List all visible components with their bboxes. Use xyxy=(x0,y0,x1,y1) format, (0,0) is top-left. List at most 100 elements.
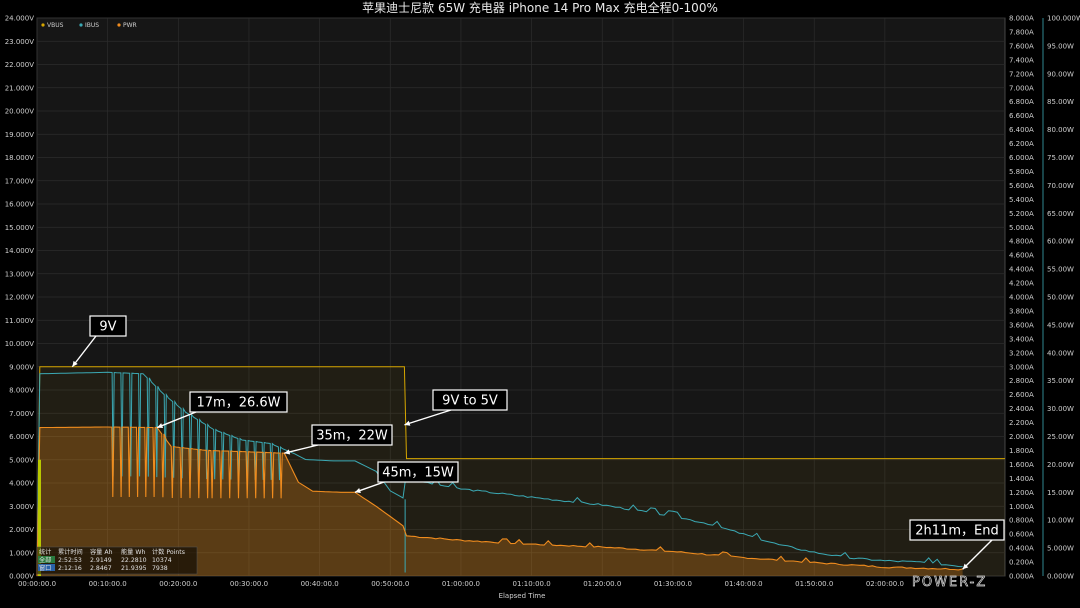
y-right-power-tick-label: 90.00W xyxy=(1047,70,1074,78)
y-right-current-ticks: 0.000A 0.200A 0.400A 0.600A 0.800A 1.000A 1.20… xyxy=(1009,15,1044,581)
y-right-current-tick-label: 1.000A xyxy=(1009,503,1034,511)
y-right-power-tick-label: 25.00W xyxy=(1047,433,1074,441)
x-tick-label: 01:20:00.0 xyxy=(583,580,621,588)
stats-header-cell: 统计 xyxy=(39,548,51,556)
y-right-current-tick-label: 4.000A xyxy=(1009,294,1034,302)
y-right-power-tick-label: 45.00W xyxy=(1047,321,1074,329)
y-right-power-tick-label: 60.00W xyxy=(1047,238,1074,246)
y-left-tick-label: 3.000V xyxy=(9,503,34,511)
legend-swatch xyxy=(117,23,121,27)
x-tick-label: 01:30:00.0 xyxy=(654,580,692,588)
stats-header-cell: 累计时间 xyxy=(58,548,83,556)
y-right-current-tick-label: 0.400A xyxy=(1009,545,1034,553)
legend-entry: PWR xyxy=(123,22,137,29)
x-tick-label: 00:30:00.0 xyxy=(230,580,268,588)
stats-header-cell: 能量 Wh xyxy=(121,548,145,556)
y-right-current-tick-label: 4.200A xyxy=(1009,280,1034,288)
chart-stage: 苹果迪士尼款 65W 充电器 iPhone 14 Pro Max 充电全程0-1… xyxy=(0,0,1080,608)
y-right-current-tick-label: 5.600A xyxy=(1009,182,1034,190)
y-left-tick-label: 1.000V xyxy=(9,549,34,557)
x-axis-ticks: 00:00:00.0 00:10:00.0 00:20:00.0 00:30:00.0… xyxy=(18,580,904,588)
x-tick-label: 00:40:00.0 xyxy=(301,580,339,588)
y-right-current-tick-label: 6.200A xyxy=(1009,140,1034,148)
y-right-current-tick-label: 3.600A xyxy=(1009,321,1034,329)
y-right-current-tick-label: 2.800A xyxy=(1009,377,1034,385)
x-tick-label: 01:00:00.0 xyxy=(442,580,480,588)
y-right-current-tick-label: 2.000A xyxy=(1009,433,1034,441)
y-right-power-tick-label: 70.00W xyxy=(1047,182,1074,190)
stats-cell: 窗口 xyxy=(39,564,51,572)
y-right-current-tick-label: 3.800A xyxy=(1009,307,1034,315)
legend-entry: IBUS xyxy=(85,22,99,29)
x-tick-label: 00:50:00.0 xyxy=(371,580,409,588)
annotation-label: 9V to 5V xyxy=(442,394,498,409)
y-right-current-tick-label: 4.600A xyxy=(1009,252,1034,260)
y-right-current-tick-label: 1.200A xyxy=(1009,489,1034,497)
y-right-power-tick-label: 0.000W xyxy=(1047,573,1074,581)
y-right-current-tick-label: 6.400A xyxy=(1009,126,1034,134)
y-left-tick-label: 10.000V xyxy=(5,340,34,348)
y-right-current-tick-label: 2.400A xyxy=(1009,405,1034,413)
y-right-power-ticks: 0.000W 5.000W 10.00W 15.00W 20.00W 25.00W 30.0… xyxy=(1047,15,1080,581)
y-right-current-tick-label: 7.200A xyxy=(1009,70,1034,78)
y-left-tick-label: 21.000V xyxy=(5,84,34,92)
x-axis-label: Elapsed Time xyxy=(499,592,546,600)
y-right-current-tick-label: 2.600A xyxy=(1009,391,1034,399)
x-tick-label: 01:50:00.0 xyxy=(795,580,833,588)
y-left-tick-label: 22.000V xyxy=(5,61,34,69)
y-right-current-tick-label: 7.000A xyxy=(1009,84,1034,92)
stats-cell: 2:12:16 xyxy=(58,565,82,572)
y-right-current-tick-label: 5.800A xyxy=(1009,168,1034,176)
y-right-current-tick-label: 8.000A xyxy=(1009,15,1034,23)
legend-entry: VBUS xyxy=(47,22,64,29)
stats-cell: 2:52:53 xyxy=(58,557,82,564)
y-right-current-tick-label: 5.400A xyxy=(1009,196,1034,204)
y-right-power-tick-label: 75.00W xyxy=(1047,154,1074,162)
y-left-tick-label: 15.000V xyxy=(5,224,34,232)
y-left-tick-label: 23.000V xyxy=(5,38,34,46)
y-left-tick-label: 8.000V xyxy=(9,387,34,395)
y-left-tick-label: 17.000V xyxy=(5,177,34,185)
legend-swatch xyxy=(79,23,83,27)
y-right-current-tick-label: 7.600A xyxy=(1009,42,1034,50)
stats-cell: 10374 xyxy=(152,557,172,564)
y-left-tick-label: 2.000V xyxy=(9,526,34,534)
stats-header-cell: 容量 Ah xyxy=(90,548,113,556)
y-left-tick-label: 12.000V xyxy=(5,294,34,302)
y-right-power-tick-label: 30.00W xyxy=(1047,405,1074,413)
annotation-label: 2h11m，End xyxy=(915,524,998,539)
y-right-power-tick-label: 15.00W xyxy=(1047,489,1074,497)
y-right-current-tick-label: 7.800A xyxy=(1009,28,1034,36)
annotation-label: 17m，26.6W xyxy=(196,396,280,411)
x-tick-label: 00:10:00.0 xyxy=(89,580,127,588)
stats-table: 统计 累计时间 容量 Ah 能量 Wh 计数 Points 全部 2:52:53 2.9149… xyxy=(36,546,198,575)
y-right-current-tick-label: 0.200A xyxy=(1009,559,1034,567)
y-left-tick-label: 7.000V xyxy=(9,410,34,418)
y-left-tick-label: 9.000V xyxy=(9,363,34,371)
stats-cell: 7938 xyxy=(152,565,168,572)
y-right-current-tick-label: 1.600A xyxy=(1009,461,1034,469)
y-left-tick-label: 18.000V xyxy=(5,154,34,162)
y-left-tick-label: 13.000V xyxy=(5,270,34,278)
y-right-current-tick-label: 3.400A xyxy=(1009,335,1034,343)
y-right-current-tick-label: 0.600A xyxy=(1009,531,1034,539)
legend-swatch xyxy=(41,23,45,27)
y-left-tick-label: 5.000V xyxy=(9,456,34,464)
y-left-tick-label: 24.000V xyxy=(5,15,34,23)
y-right-current-tick-label: 6.800A xyxy=(1009,98,1034,106)
y-right-current-tick-label: 0.800A xyxy=(1009,517,1034,525)
x-tick-label: 02:00:00.0 xyxy=(866,580,904,588)
stats-cell: 21.9395 xyxy=(121,565,147,572)
y-right-current-tick-label: 6.000A xyxy=(1009,154,1034,162)
y-left-tick-label: 11.000V xyxy=(5,317,34,325)
y-right-power-tick-label: 65.00W xyxy=(1047,210,1074,218)
watermark-logo: POWER-Z xyxy=(912,575,987,590)
stats-cell: 22.2810 xyxy=(121,557,147,564)
y-left-ticks: 0.000V1.000V2.000V3.000V4.000V5.000V6.00… xyxy=(5,15,35,581)
y-right-power-tick-label: 35.00W xyxy=(1047,377,1074,385)
y-right-current-tick-label: 6.600A xyxy=(1009,112,1034,120)
stats-cell: 2.8467 xyxy=(90,565,112,572)
stats-cell: 2.9149 xyxy=(90,557,112,564)
annotation-label: 9V xyxy=(99,320,116,335)
y-right-power-tick-label: 95.00W xyxy=(1047,42,1074,50)
